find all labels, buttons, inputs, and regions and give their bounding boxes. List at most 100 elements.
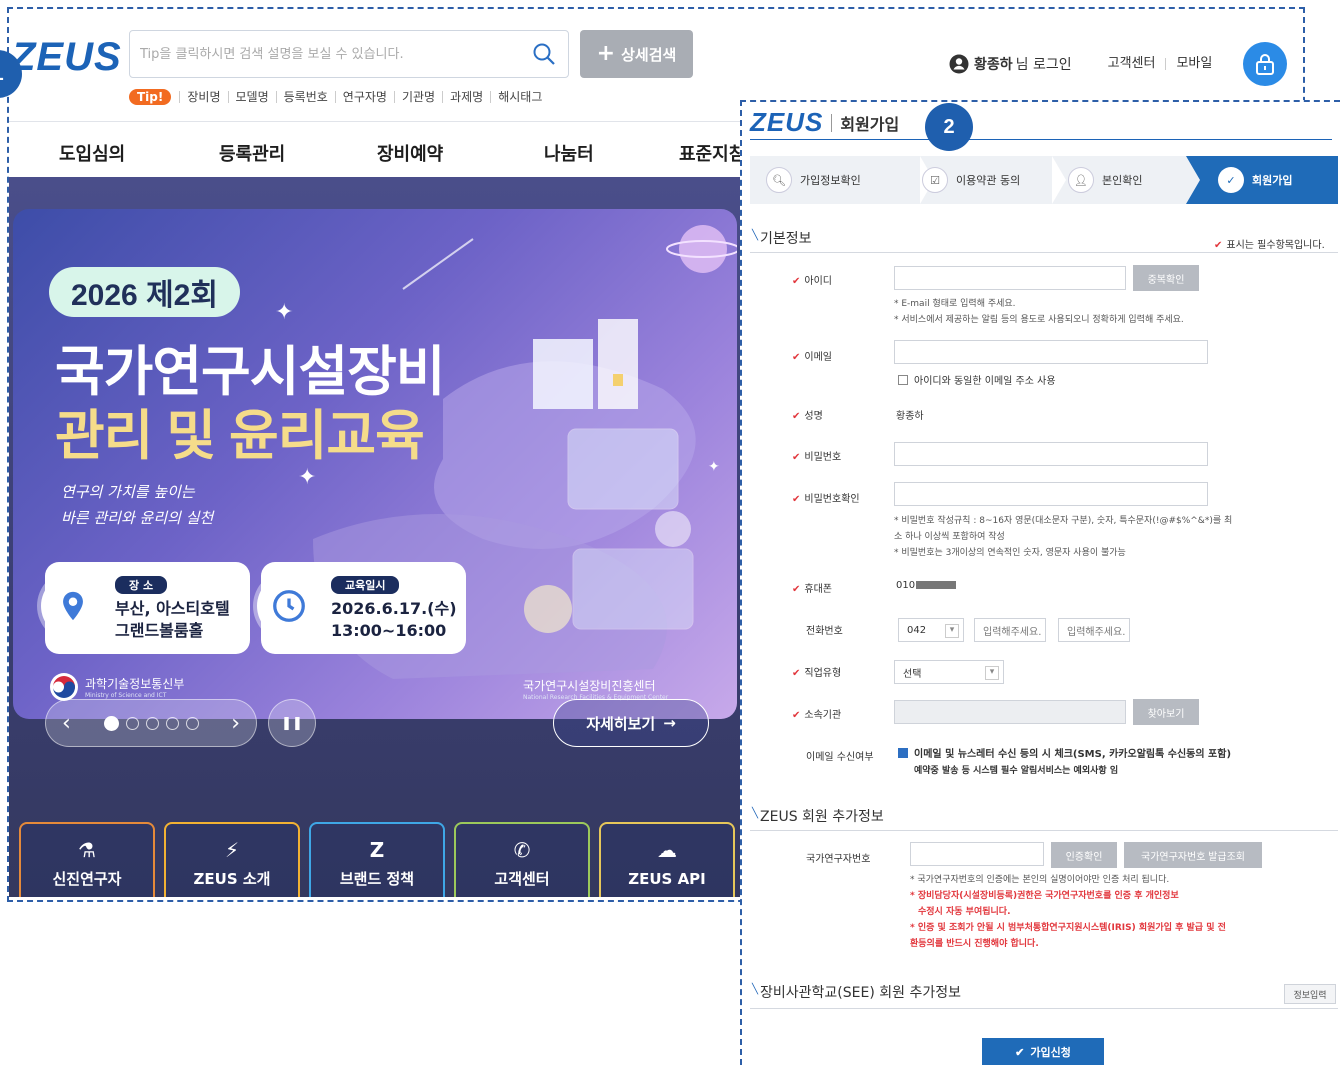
tel-area-select[interactable]: 042 [898, 618, 964, 642]
nav-item-registration[interactable]: 등록관리 [219, 140, 285, 166]
slide-dot-1[interactable] [103, 715, 119, 731]
quick-link-label: ZEUS 소개 [193, 870, 271, 888]
info-input-button[interactable]: 정보입력 [1284, 984, 1336, 1004]
ministry-logo: 과학기술정보통신부 Ministry of Science and ICT [49, 672, 184, 702]
tel-last-input[interactable]: 입력해주세요. [1058, 618, 1130, 642]
search-input[interactable] [130, 31, 520, 77]
place-text: 부산, 아스티호텔 그랜드볼룸홀 [115, 599, 230, 640]
required-mark-icon: ✔ [792, 710, 801, 721]
mobile-link[interactable]: 모바일 [1165, 57, 1222, 70]
section-divider [750, 252, 1338, 253]
quick-link-new-researcher[interactable]: ⚗ 신진연구자 [19, 822, 155, 897]
nav-item-reservation[interactable]: 장비예약 [377, 140, 443, 166]
quick-link-label: 브랜드 정책 [339, 870, 415, 888]
email-same-as-id-checkbox[interactable]: 아이디와 동일한 이메일 주소 사용 [898, 372, 1056, 387]
title-divider [831, 113, 833, 132]
required-note-text: 표시는 필수항목입니다. [1226, 240, 1325, 251]
place-info-card: 장 소 부산, 아스티호텔 그랜드볼룸홀 [41, 562, 250, 654]
id-help: * E-mail 형태로 입력해 주세요. * 서비스에서 제공하는 알림 등의… [894, 296, 1184, 328]
nav-item-guidelines[interactable]: 표준지침 [679, 140, 745, 166]
step-badge-2: 2 [925, 103, 973, 151]
advanced-search-button[interactable]: + 상세검색 [580, 30, 693, 78]
see-extra-info-title: 장비사관학교(SEE) 회원 추가정보 [752, 982, 961, 1002]
signup-header: ZEUS 회원가입 [750, 106, 1332, 140]
hero-section: ✦ ✦ ✦ 2026 제2회 국가연구시설장비 관리 및 윤리교육 연구의 가치… [9, 177, 754, 897]
user-name: 황종하 [974, 57, 1013, 73]
researcher-issue-lookup-button[interactable]: 국가연구자번호 발급조회 [1124, 842, 1262, 868]
quick-link-label: 신진연구자 [52, 870, 122, 888]
location-pin-icon [41, 574, 105, 638]
researcher-verify-button[interactable]: 인증확인 [1051, 842, 1117, 868]
tip-item-model[interactable]: 모델명 [227, 91, 276, 103]
detail-button[interactable]: 자세히보기 → [553, 699, 709, 747]
zeus-logo[interactable]: ZEUS [11, 35, 122, 80]
organization-input[interactable] [894, 700, 1126, 724]
slide-dot-3[interactable] [145, 716, 159, 730]
required-mark-icon: ✔ [792, 276, 801, 287]
tip-item-hashtag[interactable]: 해시태그 [490, 91, 549, 103]
pause-button[interactable]: ❚❚ [268, 699, 316, 747]
next-slide-icon[interactable]: › [231, 711, 240, 736]
quick-link-brand-policy[interactable]: Z 브랜드 정책 [309, 822, 445, 897]
slide-dot-2[interactable] [125, 716, 139, 730]
join-submit-button[interactable]: ✔ 가입신청 [982, 1038, 1104, 1065]
search-icon[interactable] [532, 42, 556, 66]
zeus-logo[interactable]: ZEUS [750, 107, 823, 138]
organization-search-button[interactable]: 찾아보기 [1133, 699, 1199, 725]
quick-link-customer-center[interactable]: ✆ 고객센터 [454, 822, 590, 897]
checkbox-icon[interactable] [898, 374, 908, 385]
tip-badge[interactable]: Tip! [129, 89, 172, 105]
password-input[interactable] [894, 442, 1208, 466]
nav-item-intro-review[interactable]: 도입심의 [59, 140, 125, 166]
mail-optin-note: 예약중 발송 등 시스템 필수 알림서비스는 예외사항 임 [914, 766, 1119, 776]
tel-middle-input[interactable]: 입력해주세요. [974, 618, 1046, 642]
check-box-icon: ☑ [922, 167, 948, 193]
step-label: 회원가입 [1252, 174, 1293, 187]
researcher-help-line3b: 환등의를 반드시 진행해야 합니다. [910, 939, 1039, 949]
checkbox-checked-icon[interactable] [898, 747, 908, 758]
plus-icon: + [596, 41, 616, 66]
id-input[interactable] [894, 266, 1126, 290]
quick-link-zeus-api[interactable]: ☁ ZEUS API [599, 822, 735, 897]
tip-item-project[interactable]: 과제명 [442, 91, 490, 103]
id-label-text: 아이디 [804, 276, 832, 287]
email-label-text: 이메일 [804, 352, 832, 363]
mobile-label-text: 휴대폰 [804, 584, 832, 595]
id-duplicate-check-button[interactable]: 중복확인 [1133, 265, 1199, 291]
customer-center-link[interactable]: 고객센터 [1098, 57, 1166, 70]
slide-dot-5[interactable] [185, 716, 199, 730]
lock-icon [1256, 54, 1274, 75]
email-label: ✔ 이메일 [792, 348, 832, 363]
id-help-line2: * 서비스에서 제공하는 알림 등의 용도로 사용되오니 정확하게 입력해 주세… [894, 315, 1184, 325]
mail-optin-checkbox[interactable]: 이메일 및 뉴스레터 수신 등의 시 체크(SMS, 카카오알림톡 수신동의 포… [898, 745, 1231, 760]
signup-check-icon: ✓ [1218, 167, 1244, 193]
slide-dot-4[interactable] [165, 716, 179, 730]
login-status: 님 로그인 [1015, 57, 1072, 73]
job-type-select[interactable]: 선택 [894, 660, 1004, 684]
quick-link-zeus-intro[interactable]: ⚡ ZEUS 소개 [164, 822, 300, 897]
tip-item-equipment[interactable]: 장비명 [179, 91, 227, 103]
email-input[interactable] [894, 340, 1208, 364]
z-logo-icon: Z [369, 838, 385, 862]
masked-phone-number [916, 581, 957, 589]
prev-slide-icon[interactable]: ‹ [62, 711, 71, 736]
name-label: ✔ 성명 [792, 407, 823, 422]
logout-button[interactable] [1243, 42, 1287, 86]
password-confirm-input[interactable] [894, 482, 1208, 506]
researcher-number-input[interactable] [910, 842, 1044, 866]
required-mark-icon: ✔ [792, 584, 801, 595]
job-type-label-text: 직업유형 [804, 668, 842, 679]
search-box[interactable] [129, 30, 569, 78]
search-icon: 🔍︎ [766, 167, 792, 193]
researcher-help-line1: * 국가연구자번호의 인증에는 본인의 실명이어야만 인증 처리 됩니다. [910, 875, 1170, 885]
hero-banner[interactable]: ✦ ✦ ✦ 2026 제2회 국가연구시설장비 관리 및 윤리교육 연구의 가치… [13, 209, 737, 719]
check-icon: ✔ [1015, 1046, 1025, 1059]
password-label: ✔ 비밀번호 [792, 448, 841, 463]
required-mark-icon: ✔ [1214, 240, 1223, 251]
svg-text:✦: ✦ [708, 459, 720, 475]
tip-item-org[interactable]: 기관명 [393, 91, 442, 103]
taegeuk-icon [50, 673, 78, 701]
nav-item-sharing[interactable]: 나눔터 [544, 140, 594, 166]
tip-item-regno[interactable]: 등록번호 [275, 91, 335, 103]
tip-item-researcher[interactable]: 연구자명 [334, 91, 394, 103]
